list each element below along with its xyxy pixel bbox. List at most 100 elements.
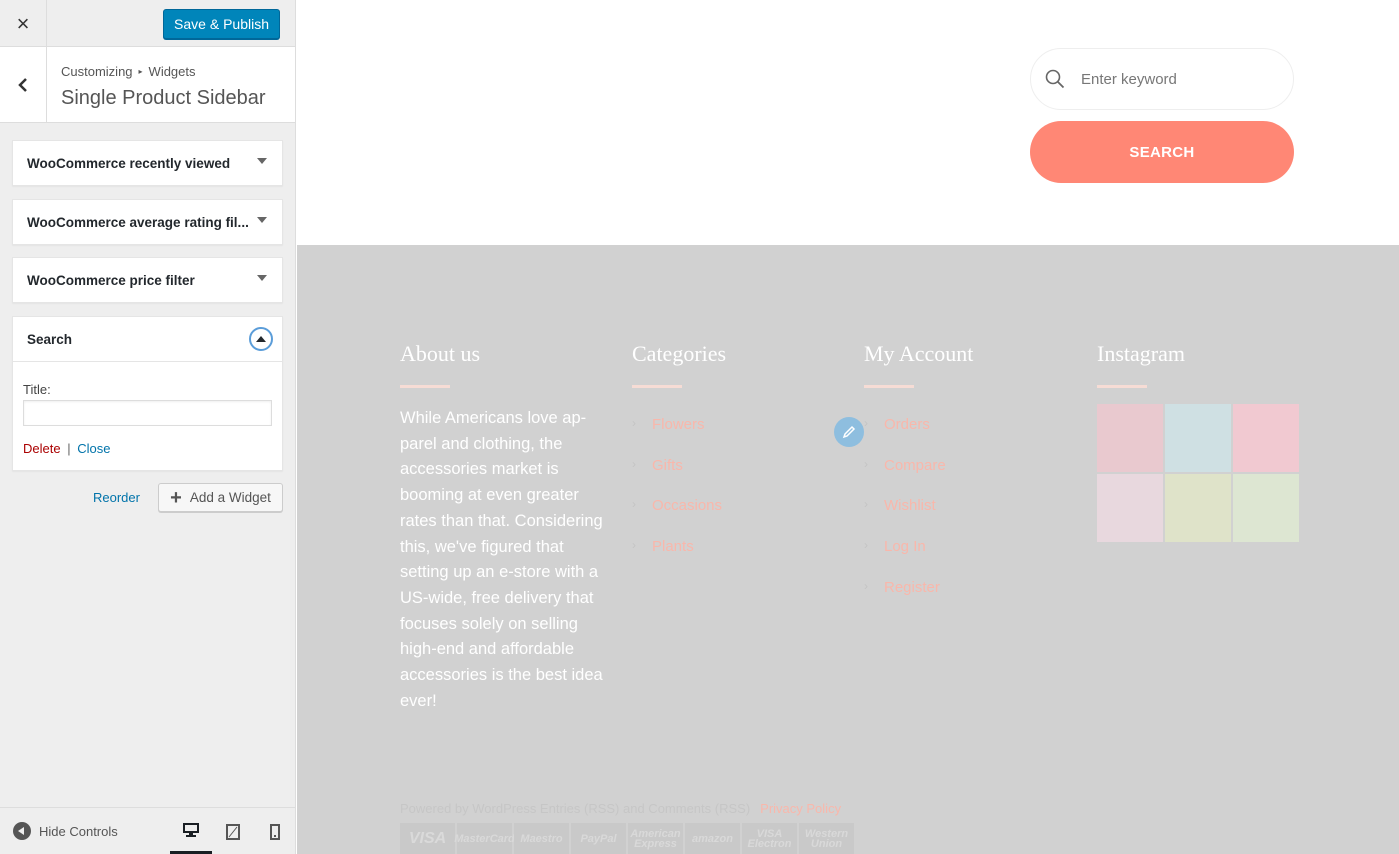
close-link[interactable]: Close (77, 441, 110, 456)
account-link[interactable]: Orders (884, 416, 930, 433)
paypal-icon: PayPal (571, 823, 626, 854)
privacy-policy-link[interactable]: Privacy Policy (760, 801, 841, 816)
account-title: My Account (864, 341, 974, 366)
list-item[interactable]: › Compare (864, 457, 973, 498)
widget-header[interactable]: WooCommerce recently viewed (13, 141, 282, 185)
chevron-right-icon: › (864, 456, 868, 471)
widget-form: Title: Delete | Close (13, 361, 282, 470)
widget-controls: Delete | Close (23, 441, 272, 456)
widget-title: WooCommerce recently viewed (27, 155, 231, 171)
reorder-link[interactable]: Reorder (93, 490, 140, 505)
account-link[interactable]: Log In (884, 538, 926, 555)
widget-price-filter: WooCommerce price filter (12, 257, 283, 303)
instagram-title: Instagram (1097, 341, 1185, 366)
desktop-icon (183, 822, 199, 837)
amex-icon: American Express (628, 823, 683, 854)
instagram-grid (1097, 404, 1299, 542)
close-customizer-button[interactable]: × (0, 0, 47, 47)
device-desktop-button[interactable] (170, 808, 212, 854)
visa-electron-icon: VISA Electron (742, 823, 797, 854)
account-link[interactable]: Wishlist (884, 497, 936, 514)
mastercard-icon: MasterCard (454, 823, 515, 854)
pencil-icon (842, 425, 856, 439)
expand-arrow-icon[interactable] (257, 275, 267, 281)
widget-header[interactable]: Search (13, 317, 282, 361)
account-link[interactable]: Register (884, 579, 940, 596)
footer-about: About us While Americans love ap­parel a… (400, 341, 605, 714)
list-item[interactable]: › Log In (864, 538, 973, 579)
chevron-right-icon: › (864, 578, 868, 593)
hide-controls-button[interactable]: Hide Controls (13, 822, 118, 840)
widget-header[interactable]: WooCommerce price filter (13, 258, 282, 302)
breadcrumb: Customizing ▸ Widgets (61, 64, 196, 79)
site-preview: Enter keyword SEARCH About us While Amer… (297, 0, 1399, 854)
list-item[interactable]: › Orders (864, 416, 973, 457)
widget-header[interactable]: WooCommerce average rating fil... (13, 200, 282, 244)
instagram-photo[interactable] (1165, 404, 1231, 472)
search-placeholder: Enter keyword (1081, 70, 1177, 88)
list-item[interactable]: › Register (864, 579, 973, 620)
breadcrumb-current: Widgets (148, 64, 196, 79)
category-link[interactable]: Plants (652, 538, 694, 555)
widget-title: WooCommerce price filter (27, 272, 195, 288)
footer-categories: Categories › Flowers › Gifts › Occasions › P… (632, 341, 726, 579)
expand-arrow-icon[interactable] (257, 217, 267, 223)
title-field[interactable] (23, 400, 272, 426)
search-input[interactable]: Enter keyword (1030, 48, 1294, 110)
instagram-photo[interactable] (1233, 474, 1299, 542)
footer-instagram: Instagram (1097, 341, 1299, 542)
chevron-right-icon: › (632, 416, 636, 430)
title-underline (632, 385, 682, 388)
categories-title: Categories (632, 341, 727, 366)
chevron-right-icon: › (864, 538, 868, 553)
back-button[interactable] (0, 47, 47, 123)
instagram-photo[interactable] (1097, 404, 1163, 472)
instagram-photo[interactable] (1165, 474, 1231, 542)
visa-icon: VISA (400, 823, 455, 854)
breadcrumb-separator: ▸ (138, 67, 143, 76)
customizer-footer: Hide Controls (0, 807, 295, 854)
title-underline (864, 385, 914, 388)
mobile-icon (270, 823, 280, 840)
instagram-photo[interactable] (1233, 404, 1299, 472)
close-icon: × (16, 10, 30, 36)
tablet-icon (226, 823, 240, 840)
breadcrumb-root: Customizing (61, 64, 133, 79)
list-item[interactable]: › Plants (632, 538, 726, 579)
add-widget-label: Add a Widget (189, 490, 271, 505)
account-list: › Orders › Compare › Wishlist › Log In › Regi… (864, 416, 973, 619)
list-item[interactable]: › Occasions (632, 497, 726, 538)
search-icon (1045, 69, 1065, 89)
widget-search: Search Title: Delete | Close (12, 316, 283, 471)
copyright: Powered by WordPress Entries (RSS) and C… (400, 801, 841, 816)
account-link[interactable]: Compare (884, 457, 946, 474)
chevron-right-icon: › (864, 416, 868, 430)
category-link[interactable]: Gifts (652, 457, 683, 474)
collapse-arrow-icon[interactable] (249, 327, 273, 351)
category-link[interactable]: Occasions (652, 497, 722, 514)
device-mobile-button[interactable] (254, 808, 296, 854)
widget-average-rating: WooCommerce average rating fil... (12, 199, 283, 245)
widget-title: WooCommerce average rating fil... (27, 214, 249, 230)
western-union-icon: Western Union (799, 823, 854, 854)
customizer-header: × Save & Publish (0, 0, 295, 47)
add-widget-button[interactable]: + Add a Widget (158, 483, 283, 512)
device-tablet-button[interactable] (212, 808, 254, 854)
instagram-photo[interactable] (1097, 474, 1163, 542)
edit-shortcut-button[interactable] (834, 417, 864, 447)
list-item[interactable]: › Flowers (632, 416, 726, 457)
expand-arrow-icon[interactable] (257, 158, 267, 164)
categories-list: › Flowers › Gifts › Occasions › Plants (632, 416, 726, 579)
customizer-sidebar: × Save & Publish Customizing ▸ Widgets S… (0, 0, 296, 854)
save-publish-button[interactable]: Save & Publish (163, 9, 280, 39)
section-header: Customizing ▸ Widgets Single Product Sid… (0, 47, 295, 123)
search-button[interactable]: SEARCH (1030, 121, 1294, 183)
delete-link[interactable]: Delete (23, 441, 61, 456)
list-item[interactable]: › Wishlist (864, 497, 973, 538)
list-item[interactable]: › Gifts (632, 457, 726, 498)
amazon-icon: amazon (685, 823, 740, 854)
category-link[interactable]: Flowers (652, 416, 705, 433)
footer-account: My Account › Orders › Compare › Wishlist › L… (864, 341, 973, 619)
about-text: While Americans love ap­parel and clothi… (400, 409, 603, 710)
controls-separator: | (67, 441, 71, 456)
